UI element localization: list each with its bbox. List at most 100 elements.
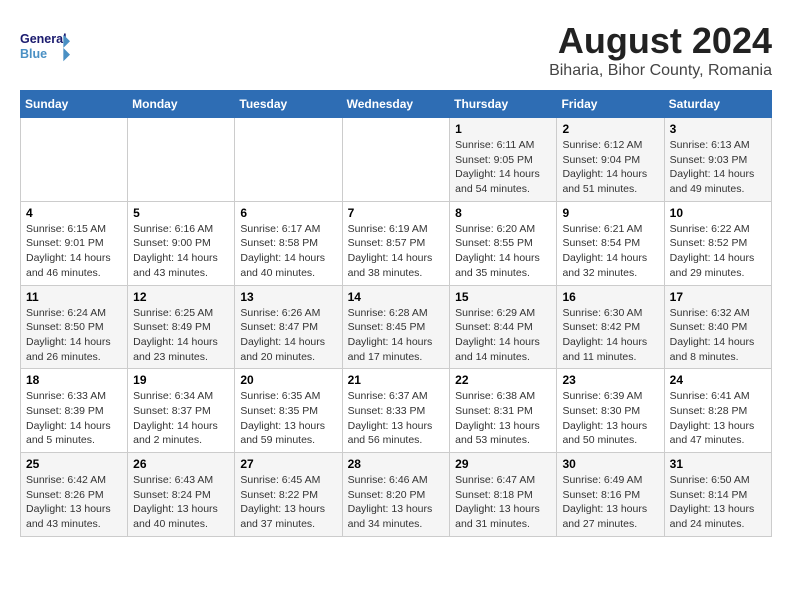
day-number: 28 [348, 457, 445, 471]
svg-text:Blue: Blue [20, 47, 47, 61]
day-number: 24 [670, 373, 766, 387]
day-number: 30 [562, 457, 658, 471]
day-cell: 18 Sunrise: 6:33 AM Sunset: 8:39 PM Dayli… [21, 369, 128, 453]
day-cell: 25 Sunrise: 6:42 AM Sunset: 8:26 PM Dayli… [21, 453, 128, 537]
day-cell: 26Sunrise: 6:43 AM Sunset: 8:24 PM Dayli… [128, 453, 235, 537]
day-info: Sunrise: 6:11 AM Sunset: 9:05 PM Dayligh… [455, 138, 551, 197]
day-info: Sunrise: 6:34 AM Sunset: 8:37 PM Dayligh… [133, 389, 229, 448]
day-info: Sunrise: 6:42 AM Sunset: 8:26 PM Dayligh… [26, 473, 122, 532]
page-subtitle: Biharia, Bihor County, Romania [549, 62, 772, 80]
header-cell-sunday: Sunday [21, 91, 128, 118]
day-info: Sunrise: 6:19 AM Sunset: 8:57 PM Dayligh… [348, 222, 445, 281]
day-info: Sunrise: 6:17 AM Sunset: 8:58 PM Dayligh… [240, 222, 336, 281]
day-cell: 13 Sunrise: 6:26 AM Sunset: 8:47 PM Dayli… [235, 285, 342, 369]
day-number: 18 [26, 373, 122, 387]
day-number: 14 [348, 290, 445, 304]
calendar-table: SundayMondayTuesdayWednesdayThursdayFrid… [20, 90, 772, 537]
day-cell: 3 Sunrise: 6:13 AM Sunset: 9:03 PM Daylig… [664, 118, 771, 202]
header-cell-thursday: Thursday [450, 91, 557, 118]
day-cell: 11Sunrise: 6:24 AM Sunset: 8:50 PM Dayli… [21, 285, 128, 369]
day-cell: 2 Sunrise: 6:12 AM Sunset: 9:04 PM Daylig… [557, 118, 664, 202]
week-row-3: 11Sunrise: 6:24 AM Sunset: 8:50 PM Dayli… [21, 285, 772, 369]
calendar-body: 1 Sunrise: 6:11 AM Sunset: 9:05 PM Daylig… [21, 118, 772, 537]
day-number: 22 [455, 373, 551, 387]
day-number: 17 [670, 290, 766, 304]
logo: General Blue [20, 20, 70, 70]
header-row: SundayMondayTuesdayWednesdayThursdayFrid… [21, 91, 772, 118]
svg-text:General: General [20, 32, 67, 46]
day-cell: 12 Sunrise: 6:25 AM Sunset: 8:49 PM Dayli… [128, 285, 235, 369]
week-row-1: 1 Sunrise: 6:11 AM Sunset: 9:05 PM Daylig… [21, 118, 772, 202]
day-info: Sunrise: 6:37 AM Sunset: 8:33 PM Dayligh… [348, 389, 445, 448]
day-info: Sunrise: 6:22 AM Sunset: 8:52 PM Dayligh… [670, 222, 766, 281]
day-info: Sunrise: 6:30 AM Sunset: 8:42 PM Dayligh… [562, 306, 658, 365]
day-cell: 10 Sunrise: 6:22 AM Sunset: 8:52 PM Dayli… [664, 201, 771, 285]
day-info: Sunrise: 6:32 AM Sunset: 8:40 PM Dayligh… [670, 306, 766, 365]
day-number: 3 [670, 122, 766, 136]
day-number: 12 [133, 290, 229, 304]
day-cell: 4Sunrise: 6:15 AM Sunset: 9:01 PM Daylig… [21, 201, 128, 285]
day-info: Sunrise: 6:45 AM Sunset: 8:22 PM Dayligh… [240, 473, 336, 532]
day-cell: 15Sunrise: 6:29 AM Sunset: 8:44 PM Dayli… [450, 285, 557, 369]
day-number: 9 [562, 206, 658, 220]
logo-svg: General Blue [20, 20, 70, 70]
day-cell: 30Sunrise: 6:49 AM Sunset: 8:16 PM Dayli… [557, 453, 664, 537]
header-cell-tuesday: Tuesday [235, 91, 342, 118]
day-cell: 17 Sunrise: 6:32 AM Sunset: 8:40 PM Dayli… [664, 285, 771, 369]
day-info: Sunrise: 6:12 AM Sunset: 9:04 PM Dayligh… [562, 138, 658, 197]
day-cell: 7 Sunrise: 6:19 AM Sunset: 8:57 PM Daylig… [342, 201, 450, 285]
day-number: 23 [562, 373, 658, 387]
day-number: 25 [26, 457, 122, 471]
day-info: Sunrise: 6:13 AM Sunset: 9:03 PM Dayligh… [670, 138, 766, 197]
day-number: 10 [670, 206, 766, 220]
day-number: 19 [133, 373, 229, 387]
page-header: General Blue August 2024 Biharia, Bihor … [20, 20, 772, 80]
day-info: Sunrise: 6:21 AM Sunset: 8:54 PM Dayligh… [562, 222, 658, 281]
header-cell-saturday: Saturday [664, 91, 771, 118]
day-info: Sunrise: 6:15 AM Sunset: 9:01 PM Dayligh… [26, 222, 122, 281]
day-info: Sunrise: 6:16 AM Sunset: 9:00 PM Dayligh… [133, 222, 229, 281]
day-cell: 29 Sunrise: 6:47 AM Sunset: 8:18 PM Dayli… [450, 453, 557, 537]
day-cell: 24Sunrise: 6:41 AM Sunset: 8:28 PM Dayli… [664, 369, 771, 453]
day-cell [128, 118, 235, 202]
day-cell: 19 Sunrise: 6:34 AM Sunset: 8:37 PM Dayli… [128, 369, 235, 453]
day-cell [235, 118, 342, 202]
day-cell [21, 118, 128, 202]
day-number: 21 [348, 373, 445, 387]
day-number: 11 [26, 290, 122, 304]
day-number: 15 [455, 290, 551, 304]
day-cell [342, 118, 450, 202]
day-info: Sunrise: 6:25 AM Sunset: 8:49 PM Dayligh… [133, 306, 229, 365]
day-number: 7 [348, 206, 445, 220]
day-cell: 22 Sunrise: 6:38 AM Sunset: 8:31 PM Dayli… [450, 369, 557, 453]
day-info: Sunrise: 6:33 AM Sunset: 8:39 PM Dayligh… [26, 389, 122, 448]
day-number: 31 [670, 457, 766, 471]
day-cell: 27 Sunrise: 6:45 AM Sunset: 8:22 PM Dayli… [235, 453, 342, 537]
day-number: 8 [455, 206, 551, 220]
day-info: Sunrise: 6:43 AM Sunset: 8:24 PM Dayligh… [133, 473, 229, 532]
day-cell: 28 Sunrise: 6:46 AM Sunset: 8:20 PM Dayli… [342, 453, 450, 537]
day-number: 27 [240, 457, 336, 471]
week-row-4: 18 Sunrise: 6:33 AM Sunset: 8:39 PM Dayli… [21, 369, 772, 453]
header-cell-monday: Monday [128, 91, 235, 118]
day-cell: 14Sunrise: 6:28 AM Sunset: 8:45 PM Dayli… [342, 285, 450, 369]
day-cell: 23 Sunrise: 6:39 AM Sunset: 8:30 PM Dayli… [557, 369, 664, 453]
day-cell: 9 Sunrise: 6:21 AM Sunset: 8:54 PM Daylig… [557, 201, 664, 285]
calendar-header: SundayMondayTuesdayWednesdayThursdayFrid… [21, 91, 772, 118]
title-block: August 2024 Biharia, Bihor County, Roman… [549, 20, 772, 80]
day-cell: 8Sunrise: 6:20 AM Sunset: 8:55 PM Daylig… [450, 201, 557, 285]
day-number: 13 [240, 290, 336, 304]
day-info: Sunrise: 6:46 AM Sunset: 8:20 PM Dayligh… [348, 473, 445, 532]
day-cell: 31Sunrise: 6:50 AM Sunset: 8:14 PM Dayli… [664, 453, 771, 537]
header-cell-friday: Friday [557, 91, 664, 118]
page-title: August 2024 [549, 20, 772, 62]
day-info: Sunrise: 6:38 AM Sunset: 8:31 PM Dayligh… [455, 389, 551, 448]
day-number: 29 [455, 457, 551, 471]
day-number: 6 [240, 206, 336, 220]
day-info: Sunrise: 6:47 AM Sunset: 8:18 PM Dayligh… [455, 473, 551, 532]
day-info: Sunrise: 6:39 AM Sunset: 8:30 PM Dayligh… [562, 389, 658, 448]
day-number: 1 [455, 122, 551, 136]
day-cell: 6 Sunrise: 6:17 AM Sunset: 8:58 PM Daylig… [235, 201, 342, 285]
day-info: Sunrise: 6:26 AM Sunset: 8:47 PM Dayligh… [240, 306, 336, 365]
day-number: 2 [562, 122, 658, 136]
